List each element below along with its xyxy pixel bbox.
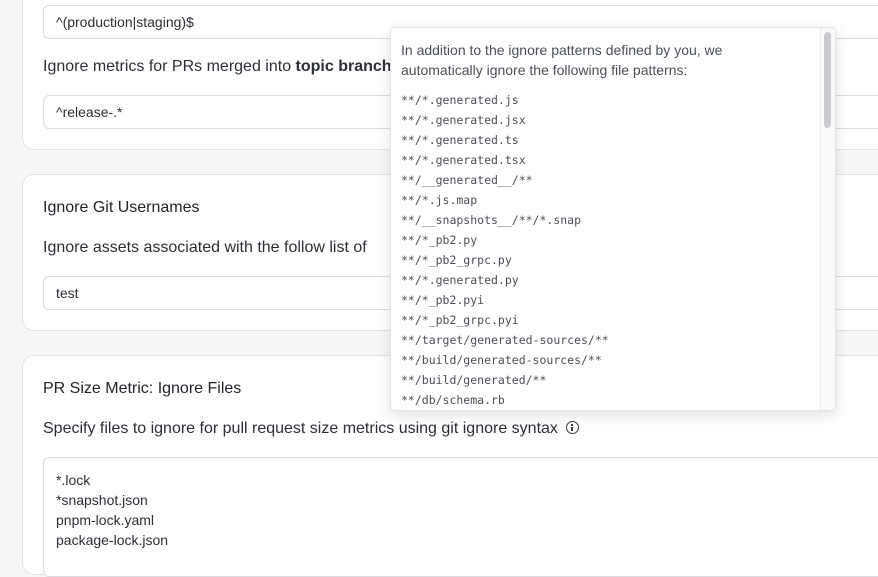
textarea-line: *snapshot.json [56, 492, 148, 508]
pattern-item: **/*.generated.ts [401, 133, 519, 147]
ignore-files-textarea[interactable]: *.lock *snapshot.json pnpm-lock.yaml pac… [43, 457, 878, 577]
popover-scrollbar-thumb[interactable] [824, 32, 831, 128]
pattern-item: **/build/generated/** [401, 373, 547, 387]
pattern-item: **/*.generated.tsx [401, 153, 526, 167]
pattern-item: **/db/schema.rb [401, 393, 505, 407]
pattern-item: **/*.generated.js [401, 93, 519, 107]
pattern-item: **/*.generated.jsx [401, 113, 526, 127]
popover-intro-text: In addition to the ignore patterns defin… [401, 42, 723, 78]
pattern-item: **/*_pb2_grpc.py [401, 253, 512, 267]
pattern-item: **/__snapshots__/**/*.snap [401, 213, 582, 227]
pr-size-description-text: Specify files to ignore for pull request… [43, 420, 558, 437]
info-icon[interactable] [565, 421, 579, 434]
pattern-item: **/target/generated-sources/** [401, 333, 609, 347]
pr-size-ignore-files-title: PR Size Metric: Ignore Files [43, 380, 242, 397]
pattern-item: **/*_pb2_grpc.pyi [401, 313, 519, 327]
pr-size-ignore-files-description: Specify files to ignore for pull request… [43, 420, 579, 438]
pattern-item: **/__generated__/** [401, 173, 533, 187]
ignore-git-usernames-title: Ignore Git Usernames [43, 199, 200, 216]
pattern-item: **/*.generated.py [401, 273, 519, 287]
pattern-item: **/*_pb2.pyi [401, 293, 485, 307]
pattern-item: **/*.js.map [401, 193, 478, 207]
default-ignore-patterns-popover: In addition to the ignore patterns defin… [390, 27, 836, 411]
textarea-line: *.lock [56, 472, 91, 488]
topic-branches-description: Ignore metrics for PRs merged into topic… [43, 58, 409, 76]
popover-scrollbar[interactable] [820, 28, 835, 410]
textarea-line: pnpm-lock.yaml [56, 512, 155, 528]
pattern-item: **/build/generated-sources/** [401, 353, 602, 367]
default-patterns-list: **/*.generated.js **/*.generated.jsx **/… [401, 90, 609, 410]
ignore-git-usernames-description: Ignore assets associated with the follow… [43, 239, 367, 256]
pattern-item: **/*_pb2.py [401, 233, 478, 247]
topic-branches-description-text: Ignore metrics for PRs merged into [43, 58, 296, 75]
textarea-line: package-lock.json [56, 532, 169, 548]
